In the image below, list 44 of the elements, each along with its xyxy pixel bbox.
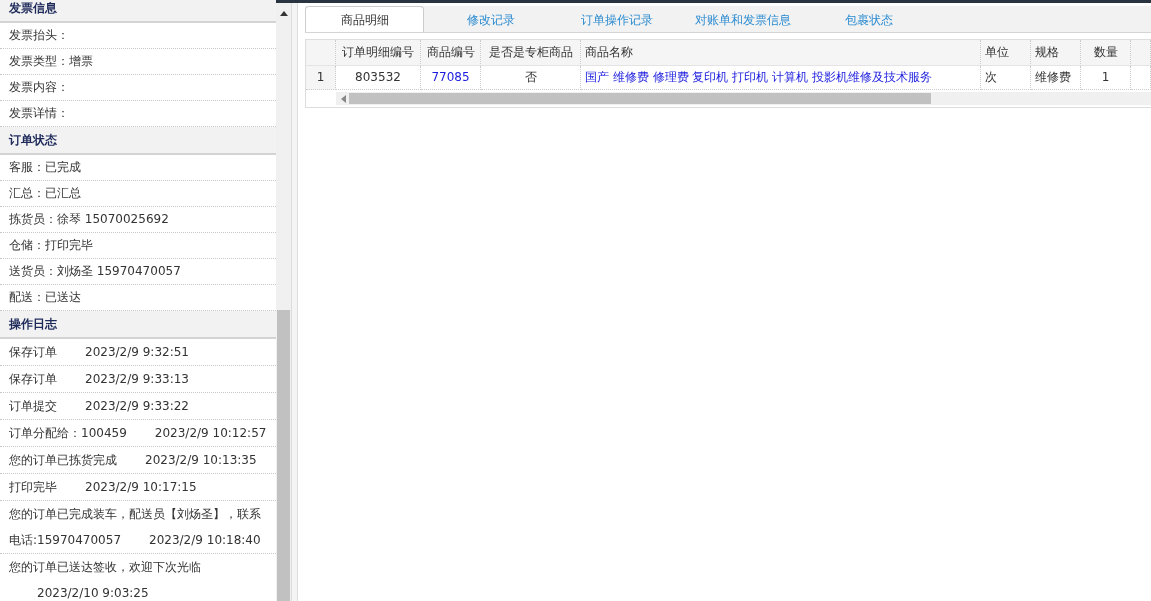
- scroll-thumb[interactable]: [349, 93, 931, 104]
- log-time: 2023/2/9 9:33:13: [85, 372, 189, 386]
- table-cell: 803532: [336, 66, 421, 90]
- log-time: 2023/2/9 9:33:22: [85, 399, 189, 413]
- product-link[interactable]: 国产 维修费 修理费 复印机 打印机 计算机 投影机维修及技术服务: [581, 66, 981, 90]
- scroll-left-icon[interactable]: [341, 94, 346, 103]
- log-time: 2023/2/9 9:32:51: [85, 345, 189, 359]
- log-action: 您的订单已完成装车，配送员【刘炀圣】，联系: [9, 507, 261, 521]
- tab[interactable]: 商品明细: [305, 6, 424, 32]
- table-cell: 维修费: [1031, 66, 1081, 90]
- log-time: 2023/2/9 10:12:57: [154, 426, 267, 440]
- column-header[interactable]: 规格: [1031, 40, 1081, 66]
- column-header[interactable]: 单位: [981, 40, 1031, 66]
- log-action: 您的订单已拣货完成: [9, 453, 117, 467]
- log-time: 2023/2/10 9:03:25: [37, 586, 149, 600]
- table-cell: [1131, 66, 1151, 90]
- table-cell: 否: [481, 66, 581, 90]
- row-number: 1: [306, 66, 336, 90]
- log-time: 2023/2/9 10:17:15: [85, 480, 197, 494]
- scroll-up-icon[interactable]: [279, 11, 288, 16]
- column-header[interactable]: 商品编号: [421, 40, 481, 66]
- table-cell: 1: [1081, 66, 1131, 90]
- log-action: 订单提交: [9, 399, 57, 413]
- product-link[interactable]: 77085: [421, 66, 481, 90]
- column-header[interactable]: 数量: [1081, 40, 1131, 66]
- log-action: 您的订单已送达签收，欢迎下次光临: [9, 560, 201, 574]
- log-time: 2023/2/9 10:13:35: [145, 453, 257, 467]
- column-header[interactable]: 订单明细编号: [336, 40, 421, 66]
- scroll-thumb[interactable]: [277, 310, 290, 601]
- log-time: 2023/2/9 10:18:40: [149, 533, 261, 547]
- table-cell: 次: [981, 66, 1031, 90]
- column-header[interactable]: 是否是专柜商品: [481, 40, 581, 66]
- column-header[interactable]: 商品名称: [581, 40, 981, 66]
- section-title: 操作日志: [0, 311, 276, 339]
- horizontal-scrollbar[interactable]: [336, 92, 1151, 105]
- log-action: 订单分配给：100459: [9, 426, 127, 440]
- log-action: 保存订单: [9, 345, 57, 359]
- log-action: 电话:15970470057: [9, 533, 122, 547]
- log-action: 打印完毕: [9, 480, 57, 494]
- scrollbar[interactable]: [276, 3, 292, 601]
- log-action: 保存订单: [9, 372, 57, 386]
- section-title: 订单状态: [0, 127, 276, 155]
- section-title: 发票信息: [0, 0, 276, 23]
- corner-cell: [306, 40, 336, 66]
